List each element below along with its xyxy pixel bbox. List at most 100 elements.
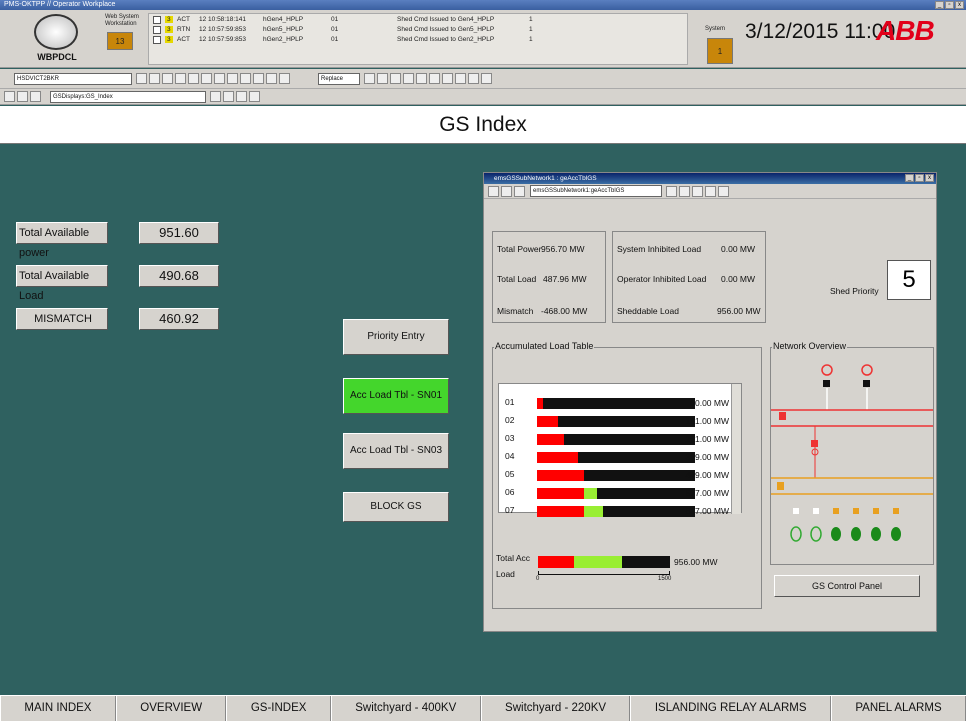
- window-icon[interactable]: [364, 73, 375, 84]
- brand-logo: ABB: [876, 15, 935, 46]
- acknowledge-checkbox[interactable]: [153, 36, 161, 44]
- close-icon[interactable]: x: [955, 1, 964, 9]
- vertical-scrollbar[interactable]: [731, 384, 741, 514]
- gs-control-panel-button[interactable]: GS Control Panel: [774, 575, 920, 597]
- navigation-toolbar: GSDisplays:GS_Index: [0, 89, 966, 105]
- system-inhibited-label: System Inhibited Load: [617, 244, 702, 254]
- object-combo[interactable]: HSDVICT2BKR: [14, 73, 132, 85]
- forward-icon[interactable]: [17, 91, 28, 102]
- acc-load-tbl-sn03-button[interactable]: Acc Load Tbl - SN03: [343, 433, 449, 469]
- restore-icon[interactable]: ▫: [915, 174, 924, 182]
- search-icon[interactable]: [201, 73, 212, 84]
- workstation-alarm-count[interactable]: 13: [107, 32, 133, 50]
- nav-gs-index[interactable]: GS-INDEX: [226, 696, 331, 721]
- gen-6-breaker-icon[interactable]: [893, 508, 899, 514]
- faceplate-icon[interactable]: [266, 73, 277, 84]
- subwindow-path-combo[interactable]: emsGSSubNetwork1:geAccTblGS: [530, 185, 662, 197]
- subwindow-titlebar[interactable]: emsGSSubNetwork1 : geAccTblGS _ ▫ x: [484, 173, 936, 184]
- workspace-icon[interactable]: [30, 91, 41, 102]
- gen-5-breaker-icon[interactable]: [873, 508, 879, 514]
- gen-4-icon[interactable]: [851, 527, 861, 541]
- star-icon[interactable]: [390, 73, 401, 84]
- tools-icon[interactable]: [249, 91, 260, 102]
- nav-overview[interactable]: OVERVIEW: [115, 696, 227, 721]
- info-icon[interactable]: [442, 73, 453, 84]
- nav-switchyard-220kv[interactable]: Switchyard - 220KV: [480, 696, 631, 721]
- gen-2-breaker-icon[interactable]: [813, 508, 819, 514]
- gen-1-breaker-icon[interactable]: [793, 508, 799, 514]
- report-icon[interactable]: [253, 73, 264, 84]
- alarm-list[interactable]: 3 ACT 12 10:58:18:141 hGen4_HPLP 01 Shed…: [148, 13, 688, 65]
- alarm-status: ACT: [177, 16, 190, 23]
- alarm-row[interactable]: 3 ACT 12 10:58:18:141 hGen4_HPLP 01 Shed…: [149, 16, 689, 25]
- restore-icon[interactable]: ▫: [945, 1, 954, 9]
- window-title: PMS-OKTPP // Operator Workplace: [4, 1, 116, 8]
- alarm-row[interactable]: 3 ACT 12 10:57:59:853 hGen2_HPLP 01 Shed…: [149, 36, 689, 45]
- nav-islanding-relay-alarms[interactable]: ISLANDING RELAY ALARMS: [630, 696, 831, 721]
- layout-icon[interactable]: [455, 73, 466, 84]
- gen-1-icon[interactable]: [790, 526, 802, 542]
- monitor-icon[interactable]: [377, 73, 388, 84]
- alarm-row[interactable]: 3 RTN 12 10:57:59:853 hGen5_HPLP 01 Shed…: [149, 26, 689, 35]
- gen-4-breaker-icon[interactable]: [853, 508, 859, 514]
- alarm-list-icon[interactable]: [149, 73, 160, 84]
- close-tool-icon[interactable]: [279, 73, 290, 84]
- display-path-combo[interactable]: GSDisplays:GS_Index: [50, 91, 206, 103]
- note-icon[interactable]: [718, 186, 729, 197]
- print-icon[interactable]: [468, 73, 479, 84]
- aspect-icon[interactable]: [210, 91, 221, 102]
- subwindow-title: emsGSSubNetwork1 : geAccTblGS: [494, 175, 597, 182]
- total-available-power-value: 951.60: [139, 222, 219, 244]
- nav-switchyard-400kv[interactable]: Switchyard - 400KV: [330, 696, 481, 721]
- dropdown-icon[interactable]: [136, 73, 147, 84]
- grid-icon[interactable]: [214, 73, 225, 84]
- forward-icon[interactable]: [501, 186, 512, 197]
- system-alarm-count[interactable]: 1: [707, 38, 733, 64]
- nav-panel-alarms[interactable]: PANEL ALARMS: [830, 696, 966, 721]
- bus-3-breaker-icon[interactable]: [777, 482, 784, 490]
- nav-main-index[interactable]: MAIN INDEX: [0, 696, 116, 721]
- grid-1-breaker-icon[interactable]: [823, 380, 830, 387]
- workspace-icon[interactable]: [514, 186, 525, 197]
- grid-2-breaker-icon[interactable]: [863, 380, 870, 387]
- acknowledge-checkbox[interactable]: [153, 16, 161, 24]
- link-icon[interactable]: [679, 186, 690, 197]
- back-icon[interactable]: [488, 186, 499, 197]
- acknowledge-checkbox[interactable]: [153, 26, 161, 34]
- refresh-icon[interactable]: [403, 73, 414, 84]
- block-gs-button[interactable]: BLOCK GS: [343, 492, 449, 522]
- inhibited-panel: System Inhibited Load 0.00 MW Operator I…: [612, 231, 766, 323]
- overview-icon[interactable]: [416, 73, 427, 84]
- minimize-icon[interactable]: _: [905, 174, 914, 182]
- tree-icon[interactable]: [188, 73, 199, 84]
- back-icon[interactable]: [4, 91, 15, 102]
- close-icon[interactable]: x: [925, 174, 934, 182]
- replace-combo[interactable]: Replace: [318, 73, 360, 85]
- acc-load-row: 04 389.00 MW: [499, 450, 743, 463]
- lock-icon[interactable]: [236, 91, 247, 102]
- acc-load-table: 01 60.00 MW 02 191.00 MW 03 251.00 MW 04 389.00…: [498, 383, 743, 517]
- note-icon[interactable]: [240, 73, 251, 84]
- priority-entry-button[interactable]: Priority Entry: [343, 319, 449, 355]
- acc-load-tbl-sn01-button[interactable]: Acc Load Tbl - SN01: [343, 378, 449, 414]
- load-bar-red-segment: [537, 488, 584, 499]
- gen-6-icon[interactable]: [891, 527, 901, 541]
- table-icon[interactable]: [227, 73, 238, 84]
- load-bar: [537, 416, 695, 427]
- minimize-icon[interactable]: _: [935, 1, 944, 9]
- event-list-icon[interactable]: [162, 73, 173, 84]
- tools-icon[interactable]: [692, 186, 703, 197]
- load-bar: [537, 470, 695, 481]
- shield-icon[interactable]: [429, 73, 440, 84]
- check-icon[interactable]: [705, 186, 716, 197]
- link-icon[interactable]: [223, 91, 234, 102]
- trend-icon[interactable]: [175, 73, 186, 84]
- folder-icon[interactable]: [481, 73, 492, 84]
- gen-5-icon[interactable]: [871, 527, 881, 541]
- gen-3-icon[interactable]: [831, 527, 841, 541]
- aspect-icon[interactable]: [666, 186, 677, 197]
- gen-3-breaker-icon[interactable]: [833, 508, 839, 514]
- bus-1-breaker-icon[interactable]: [779, 412, 786, 420]
- gen-2-icon[interactable]: [810, 526, 822, 542]
- sheddable-load-label: Sheddable Load: [617, 306, 679, 316]
